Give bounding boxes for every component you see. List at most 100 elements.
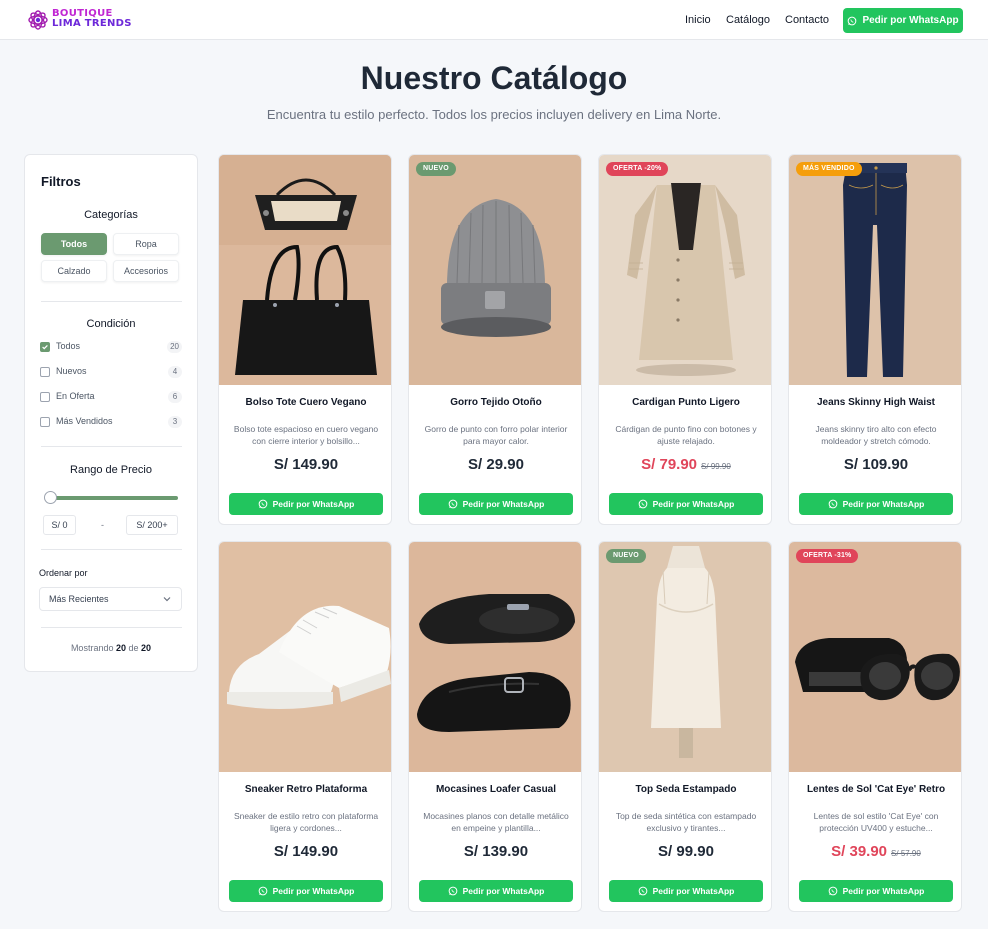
whatsapp-icon xyxy=(848,16,857,25)
condition-todos-count: 20 xyxy=(167,341,182,353)
order-whatsapp-button[interactable]: Pedir por WhatsApp xyxy=(609,880,763,902)
product-name: Bolso Tote Cuero Vegano xyxy=(245,397,367,408)
condition-mas-vendidos[interactable]: Más Vendidos 3 xyxy=(40,416,182,430)
nav-whatsapp-button[interactable]: Pedir por WhatsApp xyxy=(843,8,963,33)
product-price-row: S/ 99.90 xyxy=(599,843,771,861)
page-title: Nuestro Catálogo xyxy=(360,60,628,96)
filters-title: Filtros xyxy=(41,174,81,189)
product-price: S/ 149.90 xyxy=(273,456,339,473)
brand-line2: LIMA TRENDS xyxy=(52,18,132,29)
order-whatsapp-label: Pedir por WhatsApp xyxy=(462,499,545,509)
product-card-bolso-tote[interactable]: Bolso Tote Cuero Vegano Bolso tote espac… xyxy=(218,154,392,525)
product-image[interactable] xyxy=(789,542,962,772)
product-card-top-seda[interactable]: NUEVO Top Seda Estampado Top de seda sin… xyxy=(598,541,772,912)
condition-oferta[interactable]: En Oferta 6 xyxy=(40,391,182,405)
order-whatsapp-button[interactable]: Pedir por WhatsApp xyxy=(419,493,573,515)
product-price-row: S/ 149.90 xyxy=(219,843,391,861)
product-card-jeans[interactable]: MÁS VENDIDO Jeans Skinny High Waist Jean… xyxy=(788,154,962,525)
condition-todos[interactable]: Todos 20 xyxy=(40,341,182,355)
condition-todos-checkbox[interactable] xyxy=(40,342,50,352)
product-card-lentes[interactable]: OFERTA -31% Lentes de Sol 'Cat Eye' Retr… xyxy=(788,541,962,912)
product-price-row: S/ 109.90 xyxy=(789,456,961,474)
product-card-mocasines[interactable]: Mocasines Loafer Casual Mocasines planos… xyxy=(408,541,582,912)
order-whatsapp-button[interactable]: Pedir por WhatsApp xyxy=(799,493,953,515)
price-max-input[interactable]: S/ 200+ xyxy=(126,515,178,535)
product-name: Jeans Skinny High Waist xyxy=(817,397,935,408)
results-count-shown: 20 xyxy=(115,643,126,653)
price-range-title: Rango de Precio xyxy=(70,464,152,476)
product-name: Top Seda Estampado xyxy=(635,784,737,795)
product-image[interactable] xyxy=(599,155,772,385)
condition-oferta-checkbox[interactable] xyxy=(40,392,50,402)
results-count-total: 20 xyxy=(141,643,152,653)
divider xyxy=(41,301,182,302)
divider xyxy=(41,549,182,550)
product-image[interactable] xyxy=(599,542,772,772)
sort-select[interactable]: Más Recientes xyxy=(39,587,182,611)
product-badge: OFERTA -20% xyxy=(606,162,669,176)
product-description: Cárdigan de punto fino con botones y aju… xyxy=(615,424,757,446)
condition-nuevos-count: 4 xyxy=(168,366,182,378)
price-slider-handle[interactable] xyxy=(44,491,57,504)
whatsapp-icon xyxy=(638,499,647,509)
category-calzado-button[interactable]: Calzado xyxy=(41,260,107,282)
product-badge: MÁS VENDIDO xyxy=(796,162,862,176)
divider xyxy=(41,627,182,628)
whatsapp-icon xyxy=(828,499,837,509)
product-card-sneaker[interactable]: Sneaker Retro Plataforma Sneaker de esti… xyxy=(218,541,392,912)
product-image[interactable] xyxy=(409,542,582,772)
product-image[interactable] xyxy=(789,155,962,385)
product-name: Cardigan Punto Ligero xyxy=(632,397,740,408)
nav-whatsapp-label: Pedir por WhatsApp xyxy=(862,15,959,26)
order-whatsapp-label: Pedir por WhatsApp xyxy=(272,886,355,896)
condition-todos-label: Todos xyxy=(56,341,81,351)
nav-link-catalogo[interactable]: Catálogo xyxy=(726,14,770,26)
condition-nuevos[interactable]: Nuevos 4 xyxy=(40,366,182,380)
product-card-cardigan[interactable]: OFERTA -20% Cardigan Punto Ligero Cárdig… xyxy=(598,154,772,525)
category-accesorios-button[interactable]: Accesorios xyxy=(113,260,179,282)
product-price-row: S/ 139.90 xyxy=(409,843,581,861)
nav-link-inicio[interactable]: Inicio xyxy=(685,14,711,26)
category-todos-button[interactable]: Todos xyxy=(41,233,107,255)
nav-link-contacto[interactable]: Contacto xyxy=(785,14,829,26)
product-description: Top de seda sintética con estampado excl… xyxy=(615,811,757,833)
whatsapp-icon xyxy=(448,499,457,509)
checkbox-check-icon xyxy=(42,344,48,350)
whatsapp-icon xyxy=(448,886,457,896)
product-image[interactable] xyxy=(219,542,392,772)
product-price: S/ 29.90 xyxy=(468,456,524,473)
brand-name: BOUTIQUE LIMA TRENDS xyxy=(52,9,152,29)
product-price: S/ 99.90 xyxy=(658,843,714,860)
product-description: Sneaker de estilo retro con plataforma l… xyxy=(233,811,379,833)
product-name: Lentes de Sol 'Cat Eye' Retro xyxy=(806,784,946,795)
condition-mas-vendidos-label: Más Vendidos xyxy=(56,416,113,426)
order-whatsapp-button[interactable]: Pedir por WhatsApp xyxy=(799,880,953,902)
sort-select-value: Más Recientes xyxy=(49,594,109,604)
brand-logo[interactable]: BOUTIQUE LIMA TRENDS xyxy=(26,7,136,33)
product-price: S/ 39.90 xyxy=(831,843,888,860)
order-whatsapp-button[interactable]: Pedir por WhatsApp xyxy=(419,880,573,902)
product-image[interactable] xyxy=(409,155,582,385)
whatsapp-icon xyxy=(258,886,267,896)
category-ropa-button[interactable]: Ropa xyxy=(113,233,179,255)
product-price-row: S/ 29.90 xyxy=(409,456,581,474)
filters-sidebar: Filtros Categorías Todos Ropa Calzado Ac… xyxy=(24,154,198,672)
product-description: Jeans skinny tiro alto con efecto moldea… xyxy=(815,424,937,446)
results-count-prefix: Mostrando xyxy=(70,643,114,653)
order-whatsapp-label: Pedir por WhatsApp xyxy=(842,886,925,896)
order-whatsapp-button[interactable]: Pedir por WhatsApp xyxy=(609,493,763,515)
order-whatsapp-button[interactable]: Pedir por WhatsApp xyxy=(229,493,383,515)
price-slider-track[interactable] xyxy=(50,496,178,500)
condition-mas-vendidos-count: 3 xyxy=(168,416,182,428)
price-min-input[interactable]: S/ 0 xyxy=(43,515,76,535)
condition-mas-vendidos-checkbox[interactable] xyxy=(40,417,50,427)
order-whatsapp-button[interactable]: Pedir por WhatsApp xyxy=(229,880,383,902)
product-card-gorro[interactable]: NUEVO Gorro Tejido Otoño Gorro de punto … xyxy=(408,154,582,525)
logo-emblem-icon xyxy=(28,10,48,30)
condition-nuevos-checkbox[interactable] xyxy=(40,367,50,377)
product-badge: NUEVO xyxy=(606,549,646,563)
product-name: Mocasines Loafer Casual xyxy=(435,784,557,795)
product-price-row: S/ 79.90 S/ 99.90 xyxy=(599,456,771,474)
whatsapp-icon xyxy=(258,499,267,509)
product-image[interactable] xyxy=(219,155,392,385)
